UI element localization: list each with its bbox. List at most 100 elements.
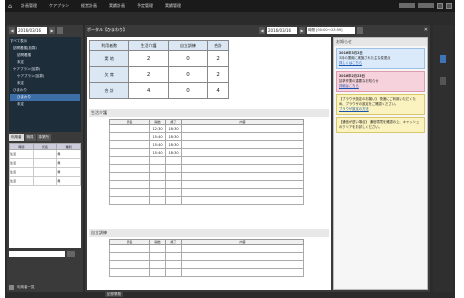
notice-link[interactable]: 詳しくはこちら	[339, 61, 422, 66]
cell	[149, 180, 166, 189]
tree-node[interactable]: 未定	[10, 101, 80, 108]
notice-link[interactable]: 詳細はこちら	[339, 84, 422, 89]
page-title: ポータル【ひまわり】	[87, 27, 127, 32]
menu-item-3[interactable]: 実績計画	[103, 3, 131, 9]
tree-node[interactable]: 未定	[10, 80, 80, 87]
next-day-button[interactable]: ▶	[299, 26, 305, 34]
table-row[interactable]: 15:40 18:30	[109, 140, 304, 149]
menu-item-5[interactable]: 実績管理	[159, 3, 187, 9]
tab-office[interactable]: 事業所	[36, 134, 51, 141]
record-task-tab[interactable]: 記録業務	[105, 292, 123, 297]
time-range-field[interactable]: 時間 [00:00～23:59]	[307, 26, 355, 34]
cell	[165, 252, 182, 261]
cell	[181, 244, 304, 253]
menu-item-0[interactable]: 計画管理	[15, 3, 43, 9]
close-button[interactable]	[446, 3, 452, 9]
cell: 2	[128, 50, 169, 67]
cell	[32, 149, 58, 159]
table-row	[109, 244, 304, 253]
table-row[interactable]: 生活 無	[9, 167, 81, 177]
tree-node-selected[interactable]: ひまわり	[10, 94, 80, 101]
notice-text: 【ブラウザ設定のお願い】 快適にご利用いただくため、ブラウザの設定をご確認くださ…	[339, 97, 416, 106]
filter-button[interactable]	[67, 251, 75, 257]
prev-date-button[interactable]: ◀	[9, 26, 15, 34]
cell: 4	[128, 82, 169, 99]
cell: 18:30	[165, 148, 182, 157]
cell	[165, 172, 182, 181]
section-header-independence: 自立訓練	[89, 229, 329, 237]
cell: 18:30	[165, 140, 182, 149]
user-info[interactable]	[399, 3, 415, 8]
table-row: 欠 席 2 0 2	[88, 66, 229, 83]
cell	[109, 188, 150, 197]
cell: 12:30	[149, 124, 166, 133]
tree-node[interactable]: ケアプラン(加算)	[10, 73, 80, 80]
cell: 無	[56, 167, 81, 177]
cell	[165, 196, 182, 205]
close-icon[interactable]: ✕	[424, 27, 428, 33]
table-row	[109, 188, 304, 197]
tree-node[interactable]: 訪問看護	[10, 52, 80, 59]
list-icon[interactable]	[9, 285, 14, 290]
cell	[149, 196, 166, 205]
row-label: 欠 席	[88, 66, 130, 83]
home-icon[interactable]: ⌂	[5, 0, 15, 12]
menu-item-4[interactable]: 予定管理	[131, 3, 159, 9]
tab-users[interactable]: 利用者	[9, 134, 24, 141]
tree-node[interactable]: すべて表示	[10, 38, 80, 45]
panel-toggle-icon[interactable]	[440, 55, 446, 63]
cell	[181, 196, 304, 205]
table-row[interactable]: 生活 無	[9, 158, 81, 168]
tab-staff[interactable]: 職員	[24, 134, 36, 141]
org-tree: すべて表示 訪問看護(加算) 訪問看護 未定 ケアプラン(加算) ケアプラン(加…	[9, 37, 81, 132]
table-row	[109, 164, 304, 173]
cell: 生活	[9, 149, 34, 159]
cell	[109, 140, 150, 149]
table-row[interactable]: 生活 無	[9, 176, 81, 186]
cell	[165, 180, 182, 189]
menu-item-1[interactable]: ケアプラン	[43, 3, 75, 9]
cell	[181, 252, 304, 261]
tree-node[interactable]: 未定	[10, 59, 80, 66]
row-label: 合 計	[88, 82, 130, 99]
minimize-button[interactable]	[437, 3, 443, 9]
user-list-link[interactable]: 利用者一覧	[17, 285, 35, 290]
cell: 2	[207, 66, 229, 83]
cell	[109, 156, 150, 165]
panel-toggle-icon[interactable]	[440, 77, 446, 85]
cell	[149, 244, 166, 253]
notices-title: お知らせ	[334, 38, 427, 46]
tree-node[interactable]: ひまわり	[10, 87, 80, 94]
office-info[interactable]	[418, 3, 434, 8]
left-panel: ◀ 2016/03/16 ▶ すべて表示 訪問看護(加算) 訪問看護 未定 ケア…	[7, 25, 83, 292]
cell	[181, 172, 304, 181]
column-header: 生活介護	[128, 40, 169, 51]
cell: 15:40	[149, 140, 166, 149]
main-date-field[interactable]: 2016/03/16	[267, 26, 297, 34]
cell	[149, 164, 166, 173]
left-date-field[interactable]: 2016/03/16	[17, 26, 47, 34]
filter-input[interactable]	[9, 251, 65, 257]
independence-table: 氏名 開始 終了 内容	[109, 239, 304, 277]
search-icon[interactable]	[357, 26, 363, 34]
table-row	[109, 260, 304, 269]
cell	[109, 260, 150, 269]
table-row[interactable]: 15:40 18:30	[109, 148, 304, 157]
cell	[109, 124, 150, 133]
summary-table: 利用者数 生活介護 自立訓練 合計 実 地 2 0 2 欠 席 2 0 2 合 …	[88, 40, 229, 99]
cell: 2	[128, 66, 169, 83]
tree-node[interactable]: 訪問看護(加算)	[10, 45, 80, 52]
right-toolbar	[433, 25, 453, 292]
row-label: 実 地	[88, 50, 130, 67]
search-icon[interactable]	[57, 26, 63, 34]
table-row[interactable]: 12:30 18:30	[109, 124, 304, 133]
menu-item-2[interactable]: 経営計画	[75, 3, 103, 9]
main-panel: ポータル【ひまわり】 ◀ 2016/03/16 ▶ 時間 [00:00～23:5…	[85, 25, 430, 292]
tree-node[interactable]: ケアプラン(加算)	[10, 66, 80, 73]
next-date-button[interactable]: ▶	[49, 26, 55, 34]
prev-day-button[interactable]: ◀	[259, 26, 265, 34]
notice-link[interactable]: ブラウザ設定の方法	[339, 107, 422, 112]
table-row[interactable]: 15:40 18:30	[109, 132, 304, 141]
cell	[181, 156, 304, 165]
table-row[interactable]: 生活 無	[9, 149, 81, 159]
